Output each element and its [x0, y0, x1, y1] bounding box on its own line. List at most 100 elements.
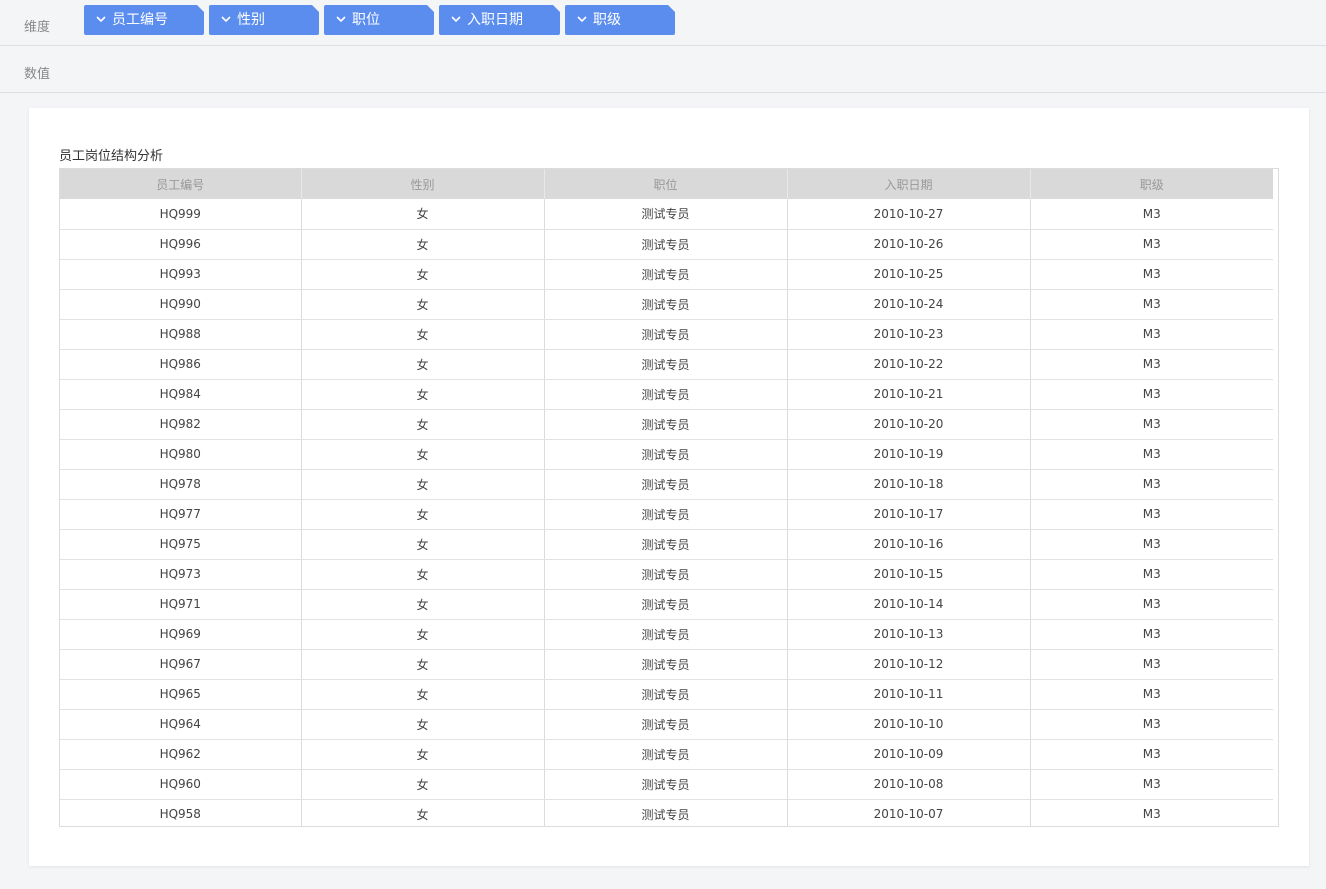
- column-header-gender[interactable]: 性别: [301, 169, 545, 199]
- table-row[interactable]: HQ960 女测试专员 2010-10-08 M3: [60, 769, 1273, 800]
- table-row[interactable]: HQ967 女测试专员 2010-10-12 M3: [60, 649, 1273, 680]
- cell-hire-date: 2010-10-11: [787, 679, 1031, 710]
- cell-level: M3: [1030, 379, 1273, 410]
- dimension-pill-gender[interactable]: 性别: [209, 5, 319, 35]
- cell-level: M3: [1030, 499, 1273, 530]
- pill-label: 入职日期: [467, 12, 523, 28]
- table-row[interactable]: HQ975 女测试专员 2010-10-16 M3: [60, 529, 1273, 560]
- table-row[interactable]: HQ999 女测试专员 2010-10-27 M3: [60, 199, 1273, 230]
- cell-hire-date: 2010-10-14: [787, 589, 1031, 620]
- column-header-hire-date[interactable]: 入职日期: [787, 169, 1031, 199]
- cell-employee-id: HQ999: [60, 199, 302, 230]
- cell-position: 测试专员: [544, 439, 788, 470]
- chevron-down-icon[interactable]: [336, 15, 346, 23]
- cell-employee-id: HQ958: [60, 799, 302, 826]
- column-header-position[interactable]: 职位: [544, 169, 788, 199]
- table-row[interactable]: HQ996 女测试专员 2010-10-26 M3: [60, 229, 1273, 260]
- cell-employee-id: HQ982: [60, 409, 302, 440]
- cell-position: 测试专员: [544, 379, 788, 410]
- table-row[interactable]: HQ986 女测试专员 2010-10-22 M3: [60, 349, 1273, 380]
- cell-position: 测试专员: [544, 499, 788, 530]
- data-table-container[interactable]: 员工编号 性别 职位 入职日期 职级 HQ999 女测试专员 2010-10-27 M…: [59, 168, 1279, 827]
- cell-gender: 女: [301, 199, 545, 230]
- dimension-pill-level[interactable]: 职级: [565, 5, 675, 35]
- cell-position: 测试专员: [544, 259, 788, 290]
- cell-employee-id: HQ988: [60, 319, 302, 350]
- cell-level: M3: [1030, 589, 1273, 620]
- chevron-down-icon[interactable]: [451, 15, 461, 23]
- cell-gender: 女: [301, 379, 545, 410]
- cell-position: 测试专员: [544, 349, 788, 380]
- cell-employee-id: HQ990: [60, 289, 302, 320]
- table-row[interactable]: HQ984 女测试专员 2010-10-21 M3: [60, 379, 1273, 410]
- cell-hire-date: 2010-10-22: [787, 349, 1031, 380]
- table-row[interactable]: HQ962 女测试专员 2010-10-09 M3: [60, 739, 1273, 770]
- table-row[interactable]: HQ982 女测试专员 2010-10-20 M3: [60, 409, 1273, 440]
- dimension-pill-employee-id[interactable]: 员工编号: [84, 5, 204, 35]
- pill-label: 职位: [352, 12, 380, 28]
- cell-employee-id: HQ973: [60, 559, 302, 590]
- table-row[interactable]: HQ973 女测试专员 2010-10-15 M3: [60, 559, 1273, 590]
- table-row[interactable]: HQ965 女测试专员 2010-10-11 M3: [60, 679, 1273, 710]
- report-card: 员工岗位结构分析 员工编号 性别 职位 入职日期 职级 HQ999 女测试专员 20…: [29, 108, 1309, 866]
- cell-hire-date: 2010-10-20: [787, 409, 1031, 440]
- table-row[interactable]: HQ990 女测试专员 2010-10-24 M3: [60, 289, 1273, 320]
- pill-label: 员工编号: [112, 12, 168, 28]
- cell-gender: 女: [301, 439, 545, 470]
- cell-gender: 女: [301, 469, 545, 500]
- table-body: HQ999 女测试专员 2010-10-27 M3 HQ996 女测试专员 2010-10-…: [60, 199, 1273, 826]
- cell-level: M3: [1030, 559, 1273, 590]
- dimension-pill-position[interactable]: 职位: [324, 5, 434, 35]
- cell-employee-id: HQ980: [60, 439, 302, 470]
- cell-hire-date: 2010-10-24: [787, 289, 1031, 320]
- table-row[interactable]: HQ964 女测试专员 2010-10-10 M3: [60, 709, 1273, 740]
- cell-gender: 女: [301, 529, 545, 560]
- table-row[interactable]: HQ988 女测试专员 2010-10-23 M3: [60, 319, 1273, 350]
- chevron-down-icon[interactable]: [96, 15, 106, 23]
- cell-level: M3: [1030, 229, 1273, 260]
- table-row[interactable]: HQ958 女测试专员 2010-10-07 M3: [60, 799, 1273, 826]
- dimension-pill-hire-date[interactable]: 入职日期: [439, 5, 560, 35]
- column-header-level[interactable]: 职级: [1030, 169, 1273, 199]
- table-row[interactable]: HQ993 女测试专员 2010-10-25 M3: [60, 259, 1273, 290]
- cell-hire-date: 2010-10-12: [787, 649, 1031, 680]
- chevron-down-icon[interactable]: [577, 15, 587, 23]
- cell-gender: 女: [301, 229, 545, 260]
- cell-hire-date: 2010-10-27: [787, 199, 1031, 230]
- cell-level: M3: [1030, 679, 1273, 710]
- cell-gender: 女: [301, 799, 545, 826]
- value-shelf[interactable]: 数值: [0, 46, 1326, 93]
- cell-gender: 女: [301, 739, 545, 770]
- data-table: 员工编号 性别 职位 入职日期 职级 HQ999 女测试专员 2010-10-27 M…: [60, 169, 1273, 826]
- cell-gender: 女: [301, 649, 545, 680]
- cell-position: 测试专员: [544, 469, 788, 500]
- cell-employee-id: HQ964: [60, 709, 302, 740]
- cell-hire-date: 2010-10-17: [787, 499, 1031, 530]
- cell-employee-id: HQ975: [60, 529, 302, 560]
- cell-level: M3: [1030, 739, 1273, 770]
- cell-hire-date: 2010-10-23: [787, 319, 1031, 350]
- chevron-down-icon[interactable]: [221, 15, 231, 23]
- cell-gender: 女: [301, 259, 545, 290]
- cell-position: 测试专员: [544, 619, 788, 650]
- table-row[interactable]: HQ969 女测试专员 2010-10-13 M3: [60, 619, 1273, 650]
- cell-employee-id: HQ986: [60, 349, 302, 380]
- dimension-shelf-label: 维度: [24, 20, 51, 35]
- column-header-employee-id[interactable]: 员工编号: [60, 169, 302, 199]
- cell-gender: 女: [301, 499, 545, 530]
- cell-hire-date: 2010-10-13: [787, 619, 1031, 650]
- table-row[interactable]: HQ978 女测试专员 2010-10-18 M3: [60, 469, 1273, 500]
- cell-position: 测试专员: [544, 679, 788, 710]
- cell-level: M3: [1030, 709, 1273, 740]
- cell-level: M3: [1030, 259, 1273, 290]
- cell-hire-date: 2010-10-09: [787, 739, 1031, 770]
- cell-hire-date: 2010-10-21: [787, 379, 1031, 410]
- table-row[interactable]: HQ980 女测试专员 2010-10-19 M3: [60, 439, 1273, 470]
- cell-employee-id: HQ977: [60, 499, 302, 530]
- cell-gender: 女: [301, 289, 545, 320]
- cell-level: M3: [1030, 619, 1273, 650]
- cell-level: M3: [1030, 439, 1273, 470]
- table-row[interactable]: HQ971 女测试专员 2010-10-14 M3: [60, 589, 1273, 620]
- cell-hire-date: 2010-10-10: [787, 709, 1031, 740]
- table-row[interactable]: HQ977 女测试专员 2010-10-17 M3: [60, 499, 1273, 530]
